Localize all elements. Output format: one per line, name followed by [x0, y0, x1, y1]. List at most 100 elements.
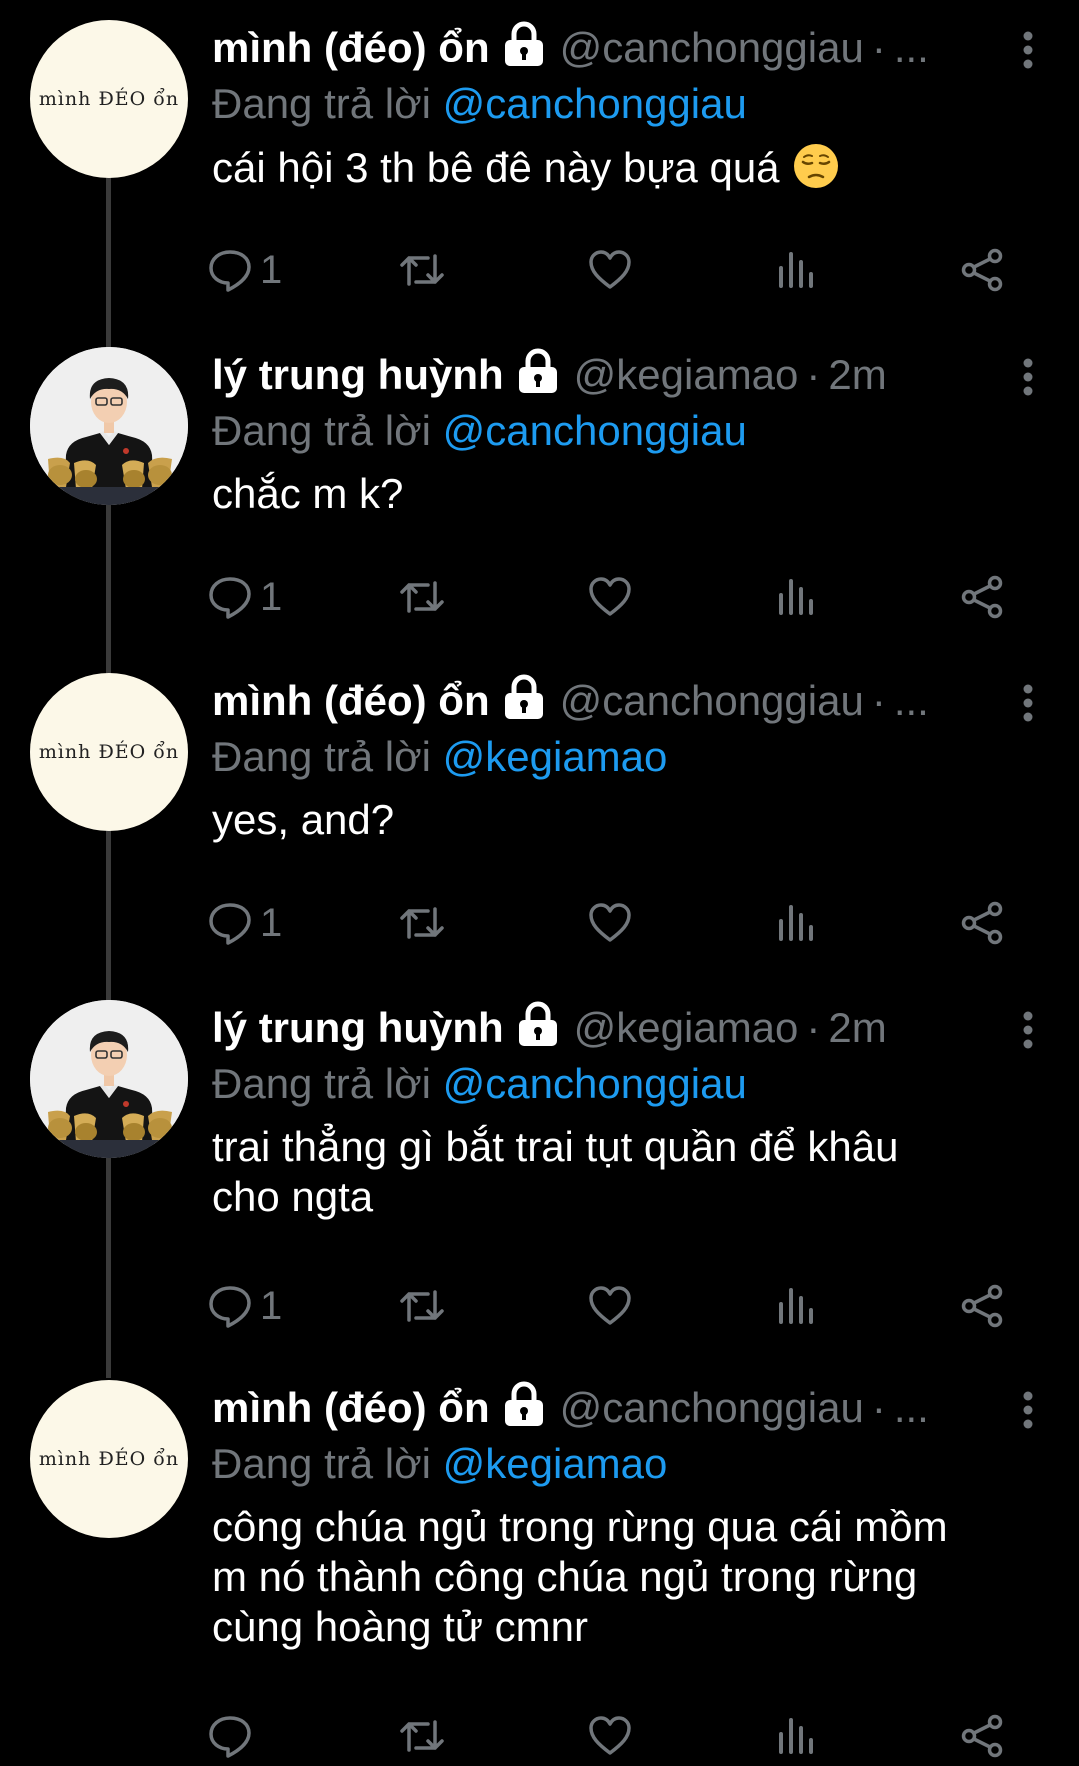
handle[interactable]: @kegiamao — [574, 1000, 799, 1056]
views-button[interactable] — [772, 1708, 820, 1764]
replying-label: Đang trả lời — [212, 1440, 443, 1487]
avatar[interactable]: mình ĐÉO ổn — [30, 673, 188, 831]
views-button[interactable] — [772, 569, 820, 625]
tweet-text: yes, and? — [212, 796, 395, 843]
display-name[interactable]: lý trung huỳnh — [212, 347, 504, 403]
avatar[interactable]: mình ĐÉO ổn — [30, 20, 188, 178]
reply-icon — [209, 1716, 251, 1758]
like-button[interactable] — [586, 1278, 634, 1334]
mention-link[interactable]: @kegiamao — [443, 733, 668, 780]
like-button[interactable] — [586, 242, 634, 298]
thread-line — [106, 176, 111, 360]
more-options-icon[interactable] — [1019, 1390, 1037, 1430]
share-button[interactable] — [958, 1708, 1006, 1764]
views-icon — [779, 1718, 813, 1754]
replying-label: Đang trả lời — [212, 1060, 443, 1107]
mention-link[interactable]: @canchonggiau — [443, 80, 747, 127]
retweet-button[interactable] — [398, 569, 446, 625]
reply-count: 1 — [260, 247, 283, 292]
timestamp[interactable]: ... — [894, 1380, 929, 1436]
thread-line — [106, 1156, 111, 1378]
like-button[interactable] — [586, 569, 634, 625]
reply-count: 1 — [260, 900, 283, 945]
lock-icon — [518, 1001, 557, 1046]
tweet-text-content: cái hội 3 th bê đê này bựa quá — [212, 144, 780, 191]
mention-link[interactable]: @canchonggiau — [443, 407, 747, 454]
timestamp[interactable]: ... — [894, 673, 929, 729]
mention-link[interactable]: @canchonggiau — [443, 1060, 747, 1107]
separator-dot: · — [871, 677, 886, 724]
retweet-icon — [400, 581, 444, 613]
retweet-icon — [400, 254, 444, 286]
reply-count: 1 — [260, 574, 283, 619]
like-button[interactable] — [586, 895, 634, 951]
tweet-actions: 1 — [209, 242, 1012, 298]
share-button[interactable] — [958, 1278, 1006, 1334]
profile-photo-icon — [30, 1000, 188, 1158]
retweet-button[interactable] — [398, 242, 446, 298]
tweet-actions: 1 — [209, 895, 1012, 951]
handle[interactable]: @canchonggiau — [560, 1380, 864, 1436]
more-options-icon[interactable] — [1019, 30, 1037, 70]
separator-dot: · — [806, 1004, 821, 1051]
more-options-icon[interactable] — [1019, 683, 1037, 723]
share-icon — [961, 901, 1003, 945]
replying-label: Đang trả lời — [212, 733, 443, 780]
share-icon — [961, 1284, 1003, 1328]
avatar-text: mình ĐÉO ổn — [38, 1448, 180, 1470]
more-options-icon[interactable] — [1019, 357, 1037, 397]
share-icon — [961, 1714, 1003, 1758]
replying-to: Đang trả lời @kegiamao — [212, 1436, 1039, 1492]
tweet-header: lý trung huỳnh @kegiamao · 2m — [212, 1000, 1039, 1056]
retweet-icon — [400, 907, 444, 939]
reply-button[interactable]: 1 — [206, 1278, 282, 1334]
tweet-actions — [209, 1708, 1012, 1764]
display-name[interactable]: mình (đéo) ổn — [212, 20, 490, 76]
display-name[interactable]: mình (đéo) ổn — [212, 673, 490, 729]
avatar[interactable]: mình ĐÉO ổn — [30, 1380, 188, 1538]
tweet-thread: mình ĐÉO ổn mình (đéo) ổn @canchonggiau … — [0, 0, 1079, 1766]
handle[interactable]: @kegiamao — [574, 347, 799, 403]
heart-icon — [589, 577, 631, 616]
views-icon — [779, 579, 813, 615]
avatar[interactable] — [30, 1000, 188, 1158]
timestamp[interactable]: 2m — [828, 1000, 886, 1056]
tweet-header: mình (đéo) ổn @canchonggiau · ... — [212, 673, 1039, 729]
views-button[interactable] — [772, 242, 820, 298]
like-button[interactable] — [586, 1708, 634, 1764]
reply-icon — [209, 903, 251, 945]
reply-button[interactable]: 1 — [206, 242, 282, 298]
tweet-header: mình (đéo) ổn @canchonggiau · ... — [212, 1380, 1039, 1436]
views-button[interactable] — [772, 1278, 820, 1334]
replying-to: Đang trả lời @kegiamao — [212, 729, 1039, 785]
replying-to: Đang trả lời @canchonggiau — [212, 1056, 1039, 1112]
tweet-text: công chúa ngủ trong rừng qua cái mồm m n… — [212, 1503, 948, 1650]
handle[interactable]: @canchonggiau — [560, 20, 864, 76]
mention-link[interactable]: @kegiamao — [443, 1440, 668, 1487]
display-name[interactable]: lý trung huỳnh — [212, 1000, 504, 1056]
share-button[interactable] — [958, 569, 1006, 625]
lock-icon — [518, 348, 557, 393]
replying-label: Đang trả lời — [212, 407, 443, 454]
retweet-button[interactable] — [398, 1278, 446, 1334]
reply-button[interactable] — [206, 1708, 260, 1764]
views-icon — [779, 905, 813, 941]
display-name[interactable]: mình (đéo) ổn — [212, 1380, 490, 1436]
retweet-icon — [400, 1290, 444, 1322]
avatar-text: mình ĐÉO ổn — [38, 88, 180, 110]
share-button[interactable] — [958, 242, 1006, 298]
timestamp[interactable]: 2m — [828, 347, 886, 403]
heart-icon — [589, 250, 631, 289]
avatar-text: mình ĐÉO ổn — [38, 741, 180, 763]
reply-button[interactable]: 1 — [206, 569, 282, 625]
reply-button[interactable]: 1 — [206, 895, 282, 951]
views-button[interactable] — [772, 895, 820, 951]
avatar[interactable] — [30, 347, 188, 505]
timestamp[interactable]: ... — [894, 20, 929, 76]
retweet-button[interactable] — [398, 1708, 446, 1764]
retweet-icon — [400, 1720, 444, 1752]
retweet-button[interactable] — [398, 895, 446, 951]
share-button[interactable] — [958, 895, 1006, 951]
more-options-icon[interactable] — [1019, 1010, 1037, 1050]
handle[interactable]: @canchonggiau — [560, 673, 864, 729]
